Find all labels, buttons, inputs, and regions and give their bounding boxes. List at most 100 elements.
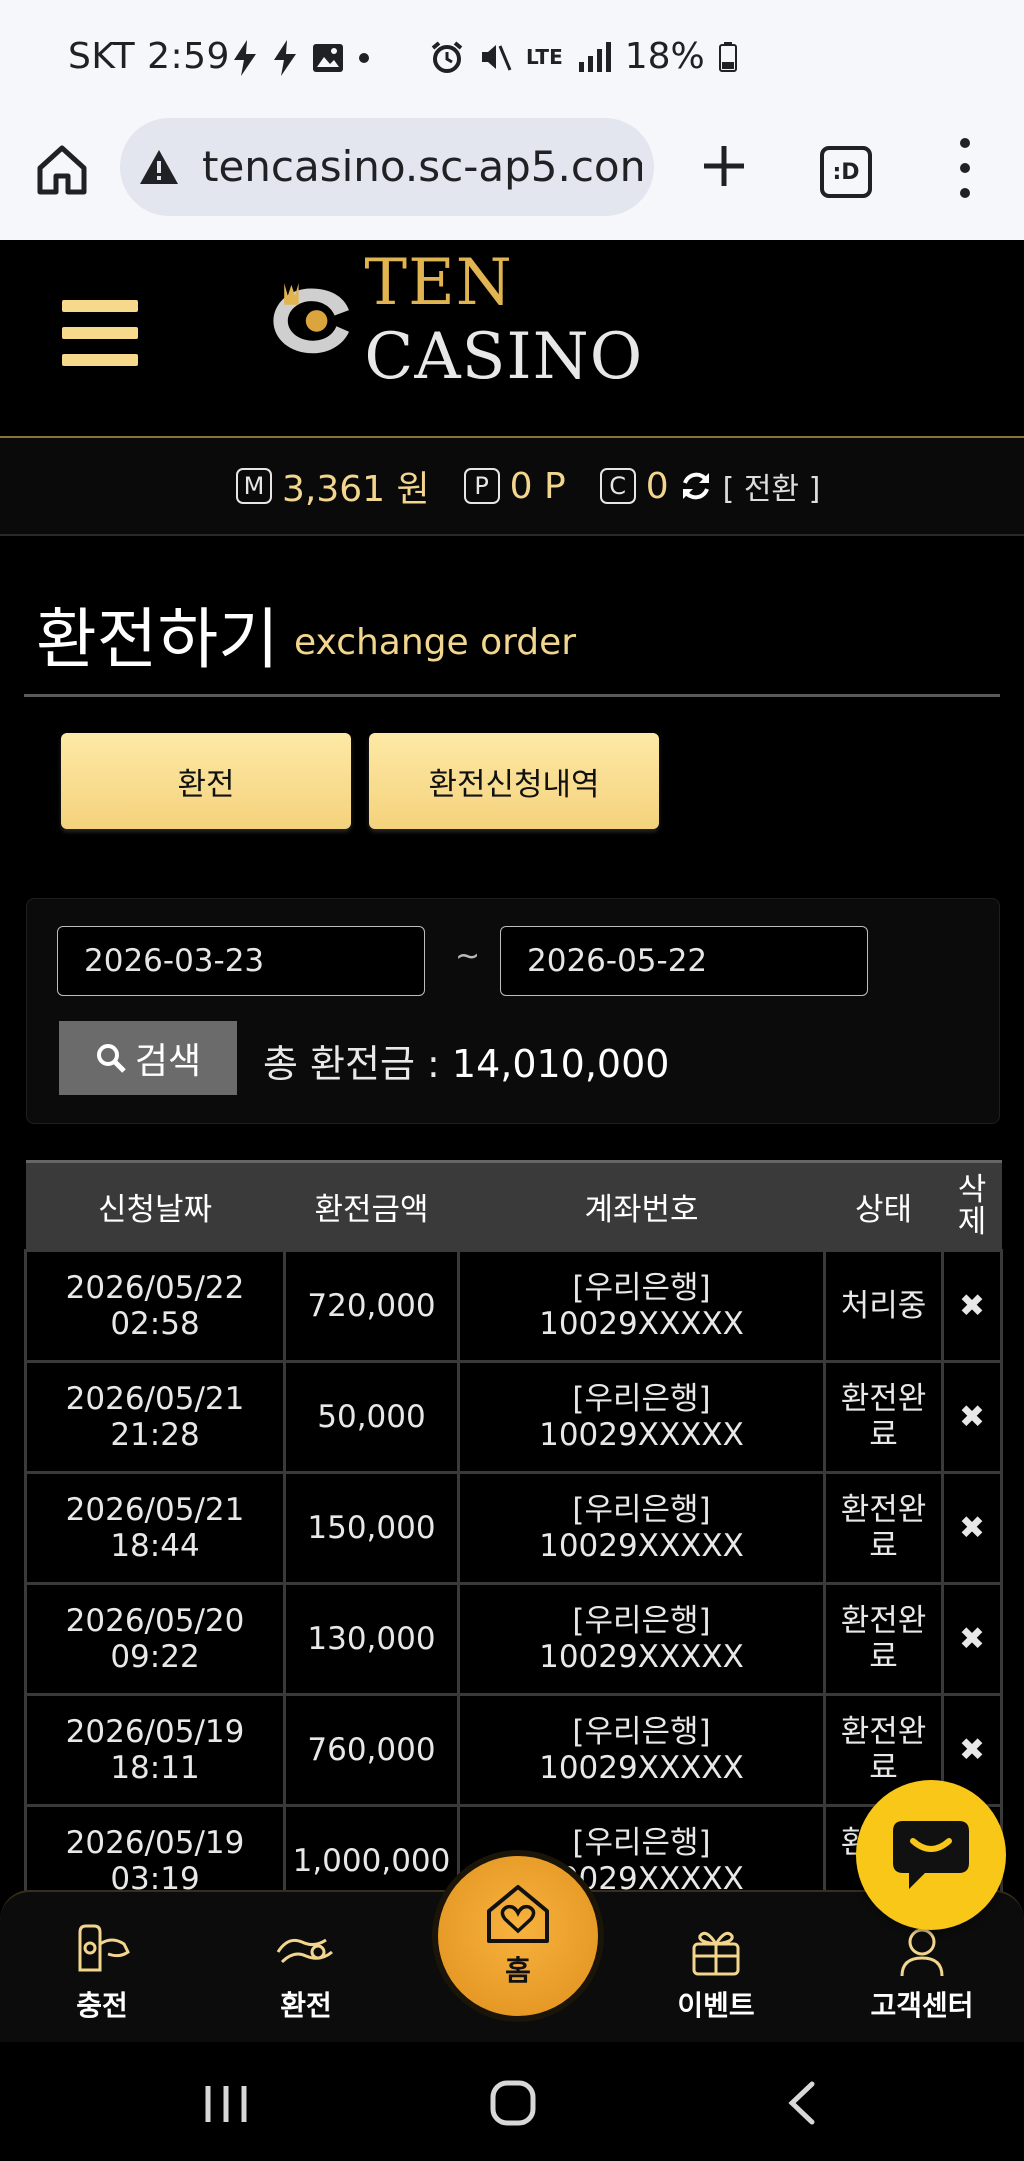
recent-apps-icon[interactable] (204, 2084, 248, 2124)
nav-event[interactable]: 이벤트 (646, 1922, 786, 2024)
row-state: 환전완료 (823, 1471, 944, 1585)
col-state: 상태 (824, 1160, 943, 1251)
date-range-separator: ~ (455, 939, 481, 974)
home-nav-icon[interactable] (490, 2080, 536, 2126)
col-delete: 삭제 (942, 1160, 1002, 1251)
date-from-input[interactable]: 2026-03-23 (57, 926, 425, 996)
money-icon: M (236, 468, 272, 504)
signal-icon (578, 41, 611, 72)
system-status: LTE 18% (430, 36, 737, 77)
dot-icon (359, 53, 369, 63)
mute-icon (482, 44, 512, 71)
comp-balance: 0 (645, 465, 669, 507)
exchange-history-table: 신청날짜 환전금액 계좌번호 상태 삭제 2026/05/22 02:58 720… (24, 1160, 1003, 1918)
delete-icon[interactable]: ✖ (941, 1471, 1003, 1585)
android-navigation-bar (0, 2042, 1024, 2161)
image-icon (313, 44, 343, 72)
browser-menu-icon[interactable] (950, 138, 980, 198)
chat-button[interactable] (856, 1780, 1006, 1930)
address-bar[interactable]: tencasino.sc-ap5.com/ (120, 118, 654, 216)
page-subtitle: exchange order (294, 622, 577, 663)
exchange-icon (276, 1938, 333, 1964)
table-row: 2026/05/20 09:22 130,000 [우리은행] 10029XXXXX… (24, 1582, 1003, 1696)
notification-icons (232, 38, 370, 78)
date-filter-panel: 2026-03-23 ~ 2026-05-22 검색 총 환전금 : 14,01… (26, 898, 1000, 1124)
row-account: [우리은행] 10029XXXXX (457, 1360, 826, 1474)
browser-toolbar: tencasino.sc-ap5.com/ :D (0, 118, 1024, 241)
support-icon (900, 1928, 944, 1977)
chat-bubble-icon (893, 1821, 969, 1889)
point-balance: 0 P (509, 465, 566, 507)
balance-bar: M 3,361 원 P 0 P C 0 [ 전환 ] (0, 438, 1024, 536)
nav-exchange[interactable]: 환전 (236, 1922, 376, 2024)
row-date: 2026/05/19 18:11 (24, 1693, 286, 1807)
delete-icon[interactable]: ✖ (941, 1582, 1003, 1696)
row-account: [우리은행] 10029XXXXX (457, 1693, 826, 1807)
date-to-input[interactable]: 2026-05-22 (500, 926, 868, 996)
total-exchange: 총 환전금 : 14,010,000 (263, 1033, 669, 1088)
hamburger-menu-icon[interactable] (62, 300, 138, 366)
row-amount: 760,000 (283, 1693, 460, 1807)
site-logo[interactable]: TEN CASINO (268, 246, 768, 394)
refresh-icon[interactable] (679, 469, 713, 503)
money-balance: 3,361 원 (282, 469, 430, 510)
logo-text-ten: TEN (364, 246, 513, 320)
row-state: 처리중 (823, 1249, 944, 1363)
network-type: LTE (526, 44, 563, 69)
convert-link[interactable]: [ 전환 ] (723, 464, 821, 508)
nav-home[interactable]: 홈 (432, 1850, 604, 2022)
search-icon (96, 1044, 126, 1073)
table-row: 2026/05/22 02:58 720,000 [우리은행] 10029XXXXX… (24, 1249, 1003, 1363)
url-text[interactable]: tencasino.sc-ap5.com/ (202, 142, 642, 191)
bolt-icon (274, 40, 296, 76)
carrier-time: SKT 2:59 (68, 36, 230, 77)
nav-event-label: 이벤트 (677, 1989, 755, 2022)
delete-icon[interactable]: ✖ (941, 1249, 1003, 1363)
nav-exchange-label: 환전 (280, 1989, 332, 2022)
search-button[interactable]: 검색 (59, 1021, 237, 1095)
row-state: 환전완료 (823, 1360, 944, 1474)
bolt-icon (234, 40, 256, 76)
tab-exchange-history[interactable]: 환전신청내역 (369, 733, 659, 829)
row-date: 2026/05/20 09:22 (24, 1582, 286, 1696)
logo-emblem-icon (273, 283, 349, 354)
table-row: 2026/05/19 18:11 760,000 [우리은행] 10029XXXXX… (24, 1693, 1003, 1807)
new-tab-icon[interactable] (694, 136, 754, 196)
row-date: 2026/05/21 21:28 (24, 1360, 286, 1474)
row-amount: 720,000 (283, 1249, 460, 1363)
tab-exchange[interactable]: 환전 (61, 733, 351, 829)
balance-row: M 3,361 원 P 0 P C 0 [ 전환 ] (236, 460, 820, 512)
row-date: 2026/05/22 02:58 (24, 1249, 286, 1363)
site-header: TEN CASINO (0, 240, 1024, 438)
status-bar: SKT 2:59 LTE 18% (0, 0, 1024, 118)
row-amount: 50,000 (283, 1360, 460, 1474)
col-delete-label: 삭제 (957, 1172, 987, 1240)
back-icon[interactable] (786, 2080, 816, 2126)
row-date: 2026/05/21 18:44 (24, 1471, 286, 1585)
alarm-icon (431, 40, 463, 73)
page-title: 환전하기 (36, 601, 279, 678)
delete-icon[interactable]: ✖ (941, 1360, 1003, 1474)
search-button-label: 검색 (134, 1041, 202, 1082)
col-amount: 환전금액 (284, 1160, 459, 1251)
table-row: 2026/05/21 18:44 150,000 [우리은행] 10029XXXXX… (24, 1471, 1003, 1585)
nav-home-label: 홈 (505, 1954, 531, 1987)
deposit-icon (78, 1924, 130, 1972)
tab-switcher-button[interactable]: :D (820, 146, 872, 198)
title-divider (24, 694, 1000, 697)
table-header-row: 신청날짜 환전금액 계좌번호 상태 삭제 (25, 1160, 1002, 1251)
home-icon[interactable] (32, 140, 92, 200)
nav-support[interactable]: 고객센터 (852, 1922, 992, 2024)
row-account: [우리은행] 10029XXXXX (457, 1471, 826, 1585)
row-amount: 130,000 (283, 1582, 460, 1696)
row-account: [우리은행] 10029XXXXX (457, 1582, 826, 1696)
row-account: [우리은행] 10029XXXXX (457, 1249, 826, 1363)
home-heart-icon (487, 1885, 549, 1943)
point-icon: P (463, 468, 500, 504)
gift-icon (692, 1931, 740, 1976)
warning-icon[interactable] (138, 148, 180, 186)
total-value: 14,010,000 (451, 1042, 670, 1086)
row-state: 환전완료 (823, 1582, 944, 1696)
nav-deposit[interactable]: 충전 (32, 1922, 172, 2024)
battery-percent: 18% (624, 36, 705, 77)
